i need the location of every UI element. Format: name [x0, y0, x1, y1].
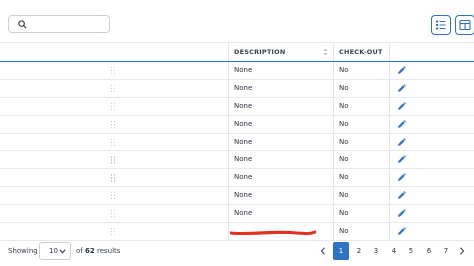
pencil-icon[interactable]: [397, 155, 406, 164]
drag-handle-icon[interactable]: [111, 192, 115, 200]
redaction-mark: [230, 230, 316, 236]
table-row: None No: [0, 205, 474, 224]
pencil-icon[interactable]: [397, 119, 406, 129]
table-row: None No: [0, 62, 474, 80]
data-table: DESCRIPTION CHECK-OUT None No None No None No…: [0, 42, 474, 241]
list-settings-icon: [436, 20, 446, 30]
cell-description: None: [234, 66, 253, 74]
column-header-checkout[interactable]: CHECK-OUT: [339, 43, 383, 61]
drag-handle-icon[interactable]: [111, 120, 115, 129]
pencil-icon[interactable]: [397, 191, 406, 200]
cell-description: None: [234, 101, 253, 110]
table-row: None No: [0, 116, 474, 134]
pencil-icon[interactable]: [397, 173, 406, 182]
cell-checkout: No: [339, 173, 349, 182]
chevron-right-icon: [460, 247, 465, 255]
pencil-icon[interactable]: [397, 66, 406, 75]
cell-checkout: No: [339, 137, 349, 146]
table-row: None No: [0, 187, 474, 206]
column-settings-button[interactable]: [431, 15, 451, 35]
drag-handle-icon[interactable]: [111, 138, 115, 147]
prev-page-button[interactable]: [317, 242, 329, 260]
cell-description: None: [234, 173, 253, 182]
table-row: None No: [0, 80, 474, 98]
pencil-icon[interactable]: [397, 209, 406, 218]
page-button-7[interactable]: 7: [438, 242, 454, 260]
drag-handle-icon[interactable]: [111, 210, 115, 218]
page-button-2[interactable]: 2: [351, 242, 367, 260]
drag-handle-icon[interactable]: [111, 84, 115, 93]
cell-checkout: No: [339, 119, 349, 128]
pencil-icon[interactable]: [397, 137, 406, 147]
cell-checkout: No: [339, 191, 349, 200]
page-size-select[interactable]: 10: [39, 242, 71, 260]
next-page-button[interactable]: [456, 242, 468, 260]
showing-label: Showing: [8, 247, 38, 255]
cell-description: None: [234, 119, 253, 128]
cell-description: None: [234, 209, 253, 218]
sort-icon[interactable]: [323, 48, 328, 56]
cell-checkout: No: [339, 209, 349, 218]
cell-checkout: No: [339, 101, 349, 110]
cell-checkout: No: [339, 66, 349, 74]
page-button-5[interactable]: 5: [403, 242, 419, 260]
cell-checkout: No: [339, 155, 349, 164]
column-divider: [228, 43, 229, 61]
search-icon: [18, 20, 27, 29]
table-body: None No None No None No None No None No None No None…: [0, 62, 474, 241]
cell-description: None: [234, 83, 253, 92]
results-count: of 62 results: [76, 247, 121, 255]
table-row: None No: [0, 151, 474, 170]
drag-handle-icon[interactable]: [111, 156, 115, 164]
pencil-icon[interactable]: [397, 83, 406, 93]
column-divider: [389, 43, 390, 61]
pencil-icon[interactable]: [397, 227, 406, 236]
layout-toggle-button[interactable]: [455, 15, 474, 35]
column-divider: [333, 43, 334, 61]
drag-handle-icon[interactable]: [111, 102, 115, 111]
cell-checkout: No: [339, 83, 349, 92]
page-size-value: 10: [49, 247, 58, 255]
cell-description: None: [234, 137, 253, 146]
page-button-6[interactable]: 6: [421, 242, 437, 260]
drag-handle-icon[interactable]: [111, 228, 115, 236]
table-header: DESCRIPTION CHECK-OUT: [0, 42, 474, 62]
table-row: None No: [0, 134, 474, 152]
pagination-footer: Showing 10 of 62 results 1234567: [0, 238, 474, 266]
search-input[interactable]: [8, 15, 110, 33]
drag-handle-icon[interactable]: [111, 174, 115, 182]
cell-description: None: [234, 191, 253, 200]
chevron-left-icon: [320, 247, 325, 255]
chevron-down-icon: [59, 249, 66, 254]
page-button-4[interactable]: 4: [386, 242, 402, 260]
cell-description: None: [234, 155, 253, 164]
column-header-description[interactable]: DESCRIPTION: [234, 43, 286, 61]
page-button-3[interactable]: 3: [368, 242, 384, 260]
page-button-1[interactable]: 1: [333, 242, 349, 260]
table-row: None No: [0, 98, 474, 116]
table-row: None No: [0, 169, 474, 188]
panel-layout-icon: [459, 19, 471, 31]
toolbar: [0, 0, 474, 42]
total-count: 62: [84, 247, 95, 255]
pencil-icon[interactable]: [397, 101, 406, 111]
drag-handle-icon[interactable]: [111, 67, 115, 75]
